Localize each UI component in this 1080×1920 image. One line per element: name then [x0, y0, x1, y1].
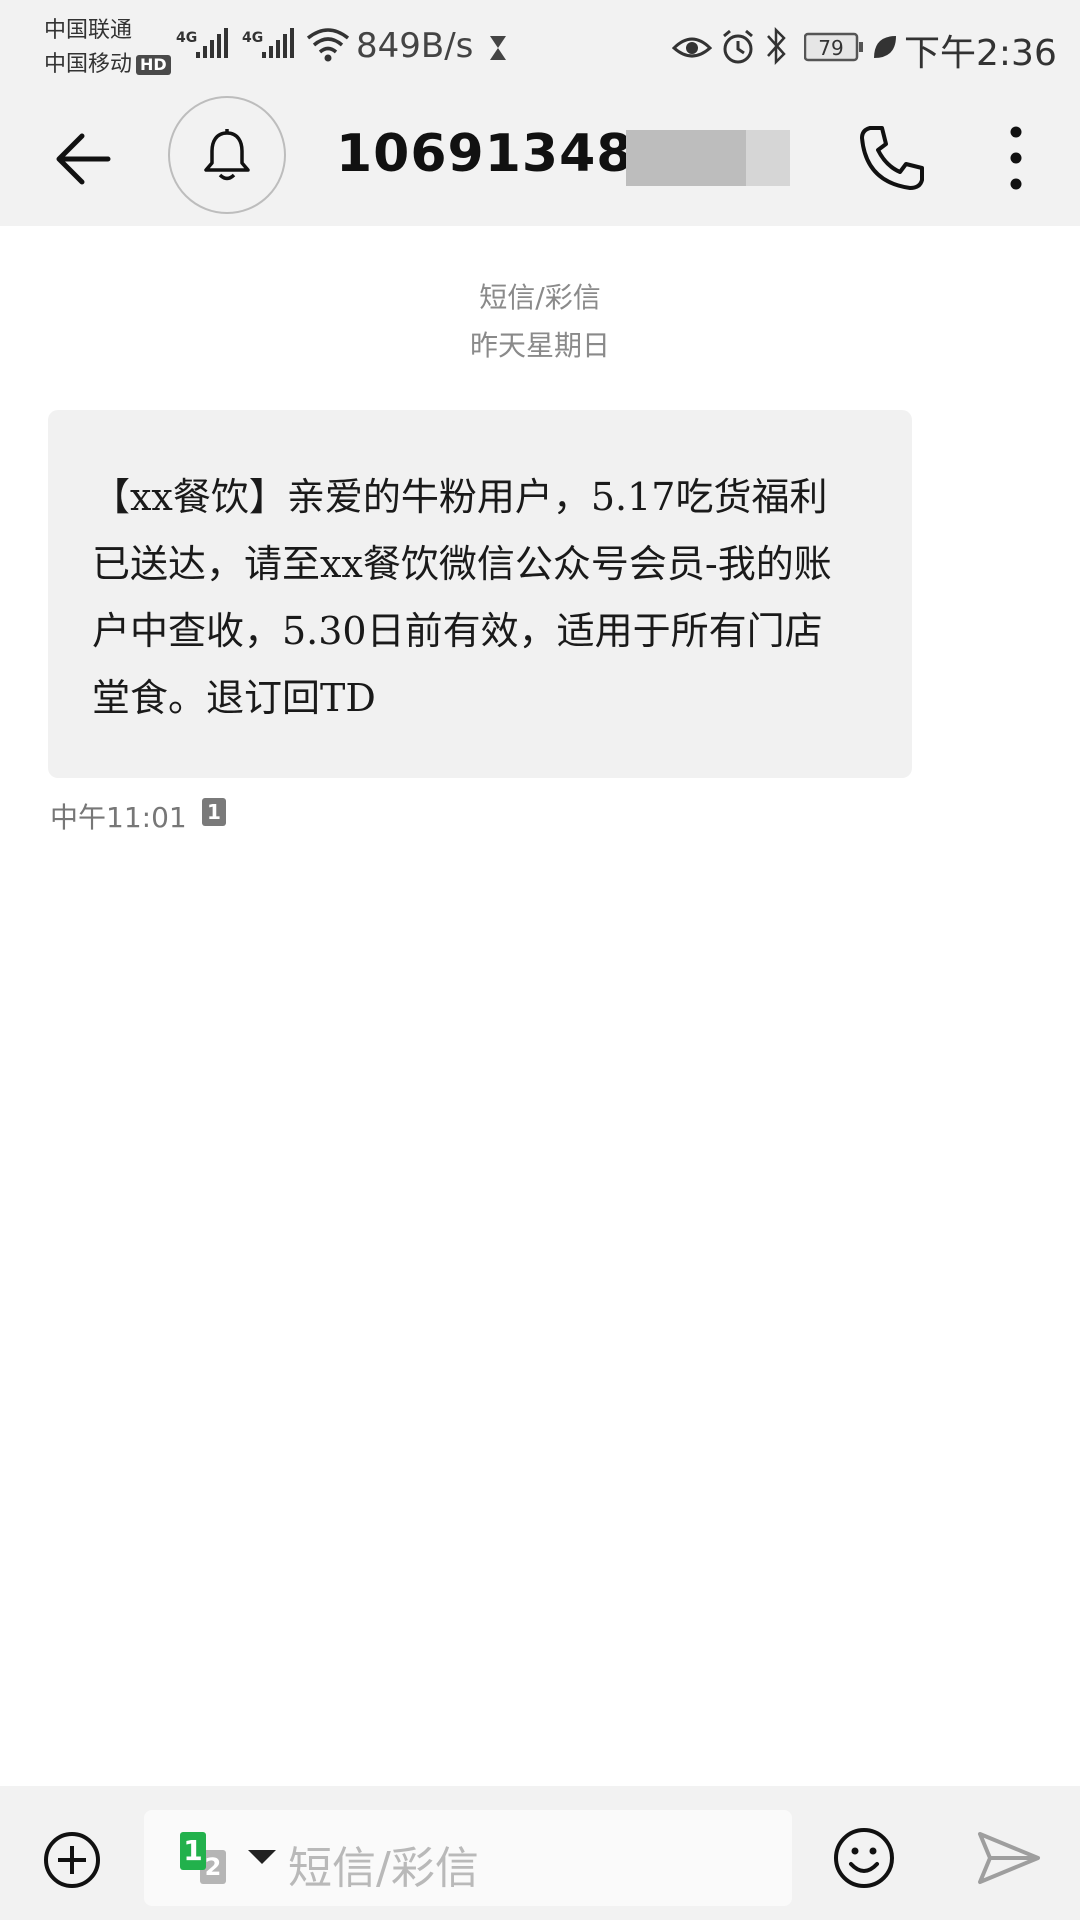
status-time: 下午2:36: [904, 33, 1057, 74]
battery-icon: 79: [804, 32, 863, 62]
alarm-icon: [723, 29, 753, 64]
signal-strength-1-icon: 4G: [176, 28, 228, 58]
more-options-button[interactable]: [996, 122, 1036, 194]
status-bar: 中国联通 中国移动 HD 4G 4G 849B/s 79 下午2:36: [0, 0, 1080, 96]
message-time: 中午11:01: [50, 801, 187, 834]
send-button[interactable]: [976, 1830, 1042, 1886]
phone-icon: [860, 126, 924, 190]
add-attachment-button[interactable]: [42, 1830, 102, 1890]
sim-card-badge: 1: [202, 798, 226, 826]
message-input-placeholder: 短信/彩信: [288, 1843, 479, 1894]
hourglass-icon: [490, 36, 506, 60]
back-button[interactable]: [50, 124, 120, 194]
power-saving-leaf-icon: [874, 36, 896, 58]
eye-comfort-icon: [672, 37, 712, 58]
message-text: 【xx餐饮】亲爱的牛粉用户，5.17吃货福利已送达，请至xx餐饮微信公众号会员-…: [92, 475, 832, 720]
sim-switch-button[interactable]: 2 1: [180, 1832, 236, 1888]
sim-1-icon: 1: [180, 1832, 206, 1870]
message-composer: 2 1 短信/彩信: [0, 1786, 1080, 1920]
carrier-info: 中国联通 中国移动 HD: [44, 14, 171, 82]
plus-circle-icon: [44, 1832, 100, 1888]
battery-level: 79: [818, 36, 843, 60]
conversation-date-label: 昨天星期日: [469, 329, 610, 362]
send-icon: [978, 1832, 1040, 1884]
more-vertical-icon: [1010, 126, 1022, 190]
conversation-header: 1069134828: [0, 96, 1080, 226]
message-bubble[interactable]: 【xx餐饮】亲爱的牛粉用户，5.17吃货福利已送达，请至xx餐饮微信公众号会员-…: [48, 410, 912, 778]
bell-icon: [204, 129, 250, 181]
arrow-left-icon: [56, 133, 111, 185]
call-button[interactable]: [856, 122, 928, 194]
emoji-button[interactable]: [832, 1826, 896, 1890]
network-type-1: 4G: [176, 30, 197, 46]
notification-toggle-button[interactable]: [168, 96, 286, 214]
conversation-type-label: 短信/彩信: [479, 281, 601, 314]
carrier-2: 中国移动: [44, 52, 133, 77]
message-input[interactable]: 2 1 短信/彩信: [144, 1810, 792, 1906]
hd-badge: HD: [136, 55, 171, 75]
caret-down-icon[interactable]: [248, 1850, 276, 1864]
network-type-2: 4G: [242, 30, 263, 46]
smiley-icon: [834, 1828, 894, 1888]
wifi-icon: [306, 28, 350, 62]
redaction-block: [626, 130, 746, 186]
network-speed: 849B/s: [356, 26, 474, 66]
redaction-block: [746, 130, 790, 186]
signal-strength-2-icon: 4G: [242, 28, 294, 58]
bluetooth-icon: [767, 26, 786, 66]
carrier-1: 中国联通: [44, 18, 133, 43]
